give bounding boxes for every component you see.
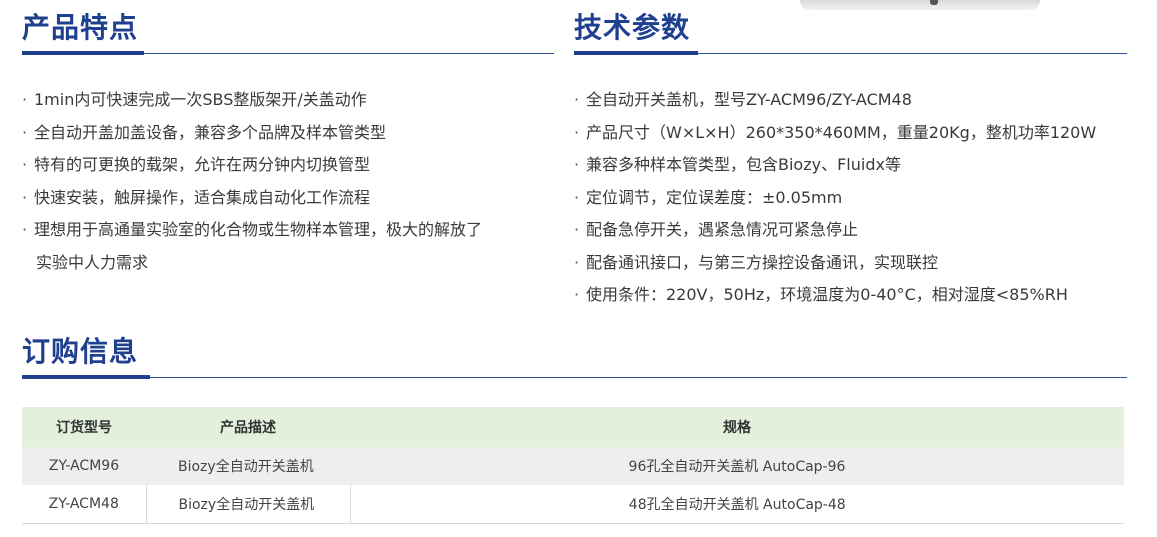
features-title-accent: [22, 51, 144, 55]
ordering-title: 订购信息: [22, 335, 139, 368]
cell-model: ZY-ACM48: [22, 485, 147, 524]
ordering-table: 订货型号 产品描述 规格 ZY-ACM96 Biozy全自动开关盖机 96孔全自…: [22, 407, 1124, 524]
cell-description: Biozy全自动开关盖机: [146, 485, 351, 524]
product-photo-edge: [800, 0, 1040, 10]
specs-list: · 全自动开关盖机，型号ZY-ACM96/ZY-ACM48 · 产品尺寸（W×L×H…: [574, 84, 1096, 312]
features-item: · 理想用于高通量实验室的化合物或生物样本管理，极大的解放了 实验中人力需求: [22, 214, 482, 279]
ordering-table-header: 订货型号 产品描述 规格: [22, 407, 1124, 447]
ordering-title-rule: [22, 377, 1127, 378]
cell-spec: 48孔全自动开关盖机 AutoCap-48: [350, 485, 1124, 524]
header-spec: 规格: [723, 420, 751, 436]
features-list: · 1min内可快速完成一次SBS整版架开/关盖动作 · 全自动开盖加盖设备，兼容多…: [22, 84, 482, 279]
specs-title: 技术参数: [574, 11, 691, 44]
specs-item: · 产品尺寸（W×L×H）260*350*460MM，重量20Kg，整机功率120…: [574, 122, 1097, 142]
header-model: 订货型号: [56, 420, 112, 436]
table-row: ZY-ACM96 Biozy全自动开关盖机 96孔全自动开关盖机 AutoCap…: [22, 447, 1124, 485]
specs-item: · 兼容多种样本管类型，包含Biozy、Fluidx等: [574, 155, 901, 174]
features-item: · 特有的可更换的载架，允许在两分钟内切换管型: [22, 155, 371, 174]
specs-item: · 定位调节，定位误差度：±0.05mm: [574, 187, 843, 207]
features-title: 产品特点: [22, 11, 139, 44]
specs-item: · 配备通讯接口，与第三方操控设备通讯，实现联控: [574, 252, 939, 272]
specs-title-accent: [574, 51, 698, 55]
features-item: · 全自动开盖加盖设备，兼容多个品牌及样本管类型: [22, 122, 387, 142]
cell-spec: 96孔全自动开关盖机 AutoCap-96: [628, 459, 846, 475]
header-description: 产品描述: [220, 420, 276, 436]
table-row: ZY-ACM48 Biozy全自动开关盖机 48孔全自动开关盖机 AutoCap…: [22, 485, 1124, 524]
ordering-title-accent: [22, 375, 150, 379]
cell-description: Biozy全自动开关盖机: [178, 459, 314, 475]
features-item: · 1min内可快速完成一次SBS整版架开/关盖动作: [22, 90, 367, 109]
specs-item: · 全自动开关盖机，型号ZY-ACM96/ZY-ACM48: [574, 90, 912, 109]
cell-model: ZY-ACM96: [48, 458, 120, 474]
features-item: · 快速安装，触屏操作，适合集成自动化工作流程: [22, 187, 371, 207]
specs-item: · 配备急停开关，遇紧急情况可紧急停止: [574, 220, 859, 239]
specs-item: · 使用条件：220V，50Hz，环境温度为0-40°C，相对湿度<85%RH: [574, 285, 1068, 304]
features-item-continuation: 实验中人力需求: [36, 252, 149, 272]
product-photo-knob: [930, 0, 938, 5]
